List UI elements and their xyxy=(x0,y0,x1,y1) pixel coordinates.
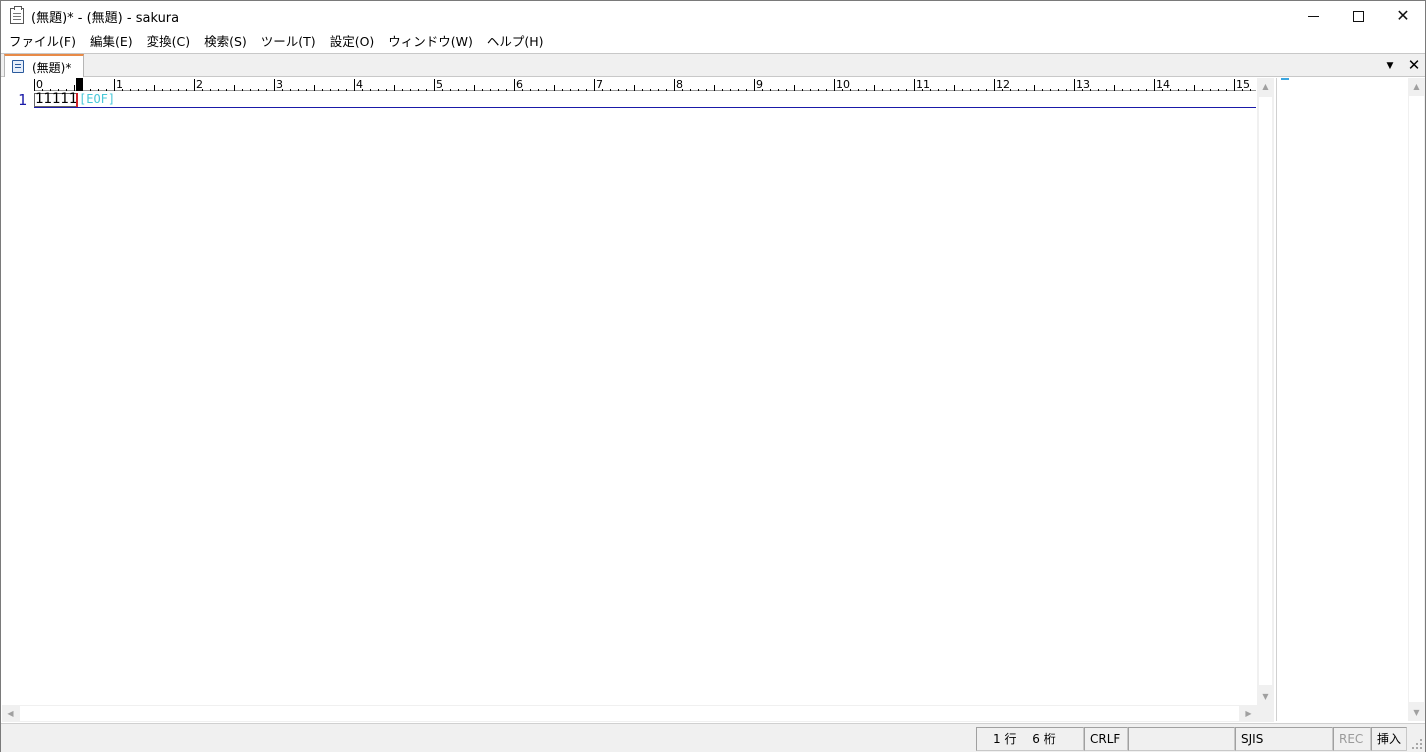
ruler-caret-marker xyxy=(76,78,83,91)
editor-area[interactable]: 0 1 2 3 4 5 6 7 8 9 10 11 12 13 14 15 1 11111 [EOF] xyxy=(2,78,1275,721)
menu-tools[interactable]: ツール(T) xyxy=(254,31,323,53)
scroll-down-icon[interactable]: ▼ xyxy=(1257,688,1274,705)
line-text[interactable]: 11111 xyxy=(35,92,77,107)
ruler-label: 2 xyxy=(196,78,203,91)
title-bar[interactable]: (無題)* - (無題) - sakura ✕ xyxy=(1,1,1425,31)
scroll-up-icon[interactable]: ▲ xyxy=(1257,78,1274,95)
menu-search[interactable]: 検索(S) xyxy=(197,31,254,53)
menu-convert[interactable]: 変換(C) xyxy=(140,31,197,53)
minimize-icon xyxy=(1307,16,1319,17)
maximize-icon xyxy=(1352,11,1364,22)
tab-label: (無題)* xyxy=(32,61,72,75)
vertical-scroll-thumb[interactable] xyxy=(1258,96,1273,686)
tab-bar: (無題)* ▼ ✕ xyxy=(1,53,1425,77)
ruler-label: 0 xyxy=(36,78,43,91)
menu-window[interactable]: ウィンドウ(W) xyxy=(381,31,480,53)
ruler-label: 9 xyxy=(756,78,763,91)
menu-file[interactable]: ファイル(F) xyxy=(1,31,83,53)
minimap-line-marker xyxy=(1281,78,1289,80)
tab-close-button[interactable]: ✕ xyxy=(1405,56,1423,74)
minimap-pane[interactable] xyxy=(1276,78,1408,721)
notepad-icon[interactable] xyxy=(10,6,24,24)
app-window: (無題)* - (無題) - sakura ✕ ファイル(F) 編集(E) 変換… xyxy=(0,0,1426,752)
minimap-scroll-up-icon[interactable]: ▲ xyxy=(1408,78,1425,95)
ruler-label: 3 xyxy=(276,78,283,91)
scroll-left-icon[interactable]: ◀ xyxy=(2,705,19,722)
minimize-button[interactable] xyxy=(1290,1,1336,31)
status-rec[interactable]: REC xyxy=(1333,727,1371,751)
ruler-label: 6 xyxy=(516,78,523,91)
line-number: 1 xyxy=(17,91,27,109)
ruler-label: 14 xyxy=(1156,78,1170,91)
editor-horizontal-scrollbar[interactable]: ◀ ▶ xyxy=(2,705,1257,722)
status-cursor-position[interactable]: 1 行 6 桁 xyxy=(976,727,1084,751)
eof-marker: [EOF] xyxy=(79,92,116,106)
ruler-label: 7 xyxy=(596,78,603,91)
status-line-ending[interactable]: CRLF xyxy=(1084,727,1128,751)
ruler-label: 11 xyxy=(916,78,930,91)
ruler-label: 5 xyxy=(436,78,443,91)
document-icon xyxy=(12,60,24,73)
status-bar: 1 行 6 桁 CRLF SJIS REC 挿入 xyxy=(1,723,1425,752)
horizontal-scroll-thumb[interactable] xyxy=(20,706,1239,721)
ruler-label: 8 xyxy=(676,78,683,91)
ruler-label: 12 xyxy=(996,78,1010,91)
menu-settings[interactable]: 設定(O) xyxy=(323,31,382,53)
tab-list-dropdown-button[interactable]: ▼ xyxy=(1383,59,1397,73)
scroll-right-icon[interactable]: ▶ xyxy=(1240,705,1257,722)
ruler-ticks: 0 1 2 3 4 5 6 7 8 9 10 11 12 13 14 15 xyxy=(34,78,1251,91)
minimap-vertical-scrollbar[interactable]: ▲ ▼ xyxy=(1408,78,1425,721)
ruler-label: 15 xyxy=(1236,78,1250,91)
menu-bar: ファイル(F) 編集(E) 変換(C) 検索(S) ツール(T) 設定(O) ウ… xyxy=(1,31,1425,53)
tab-untitled[interactable]: (無題)* xyxy=(4,54,84,77)
ruler-label: 10 xyxy=(836,78,850,91)
ruler-label: 1 xyxy=(116,78,123,91)
text-caret xyxy=(76,93,78,107)
status-insert-mode[interactable]: 挿入 xyxy=(1371,727,1407,751)
ruler-label: 4 xyxy=(356,78,363,91)
maximize-button[interactable] xyxy=(1335,1,1381,31)
ruler-label: 13 xyxy=(1076,78,1090,91)
editor-vertical-scrollbar[interactable]: ▲ ▼ xyxy=(1257,78,1274,705)
minimap-scroll-down-icon[interactable]: ▼ xyxy=(1408,704,1425,721)
close-button[interactable]: ✕ xyxy=(1380,1,1426,31)
text-line[interactable]: 11111 [EOF] xyxy=(34,92,1256,108)
menu-edit[interactable]: 編集(E) xyxy=(83,31,140,53)
minimap-scroll-thumb[interactable] xyxy=(1409,96,1424,702)
status-encoding[interactable]: SJIS xyxy=(1235,727,1333,751)
ruler[interactable]: 0 1 2 3 4 5 6 7 8 9 10 11 12 13 14 15 xyxy=(34,78,1256,91)
scrollbar-corner xyxy=(1257,705,1274,722)
resize-grip-icon[interactable] xyxy=(1411,738,1423,750)
window-title: (無題)* - (無題) - sakura xyxy=(31,11,180,26)
line-number-gutter[interactable]: 1 xyxy=(2,92,33,712)
menu-help[interactable]: ヘルプ(H) xyxy=(480,31,551,53)
status-blank xyxy=(1128,727,1235,751)
